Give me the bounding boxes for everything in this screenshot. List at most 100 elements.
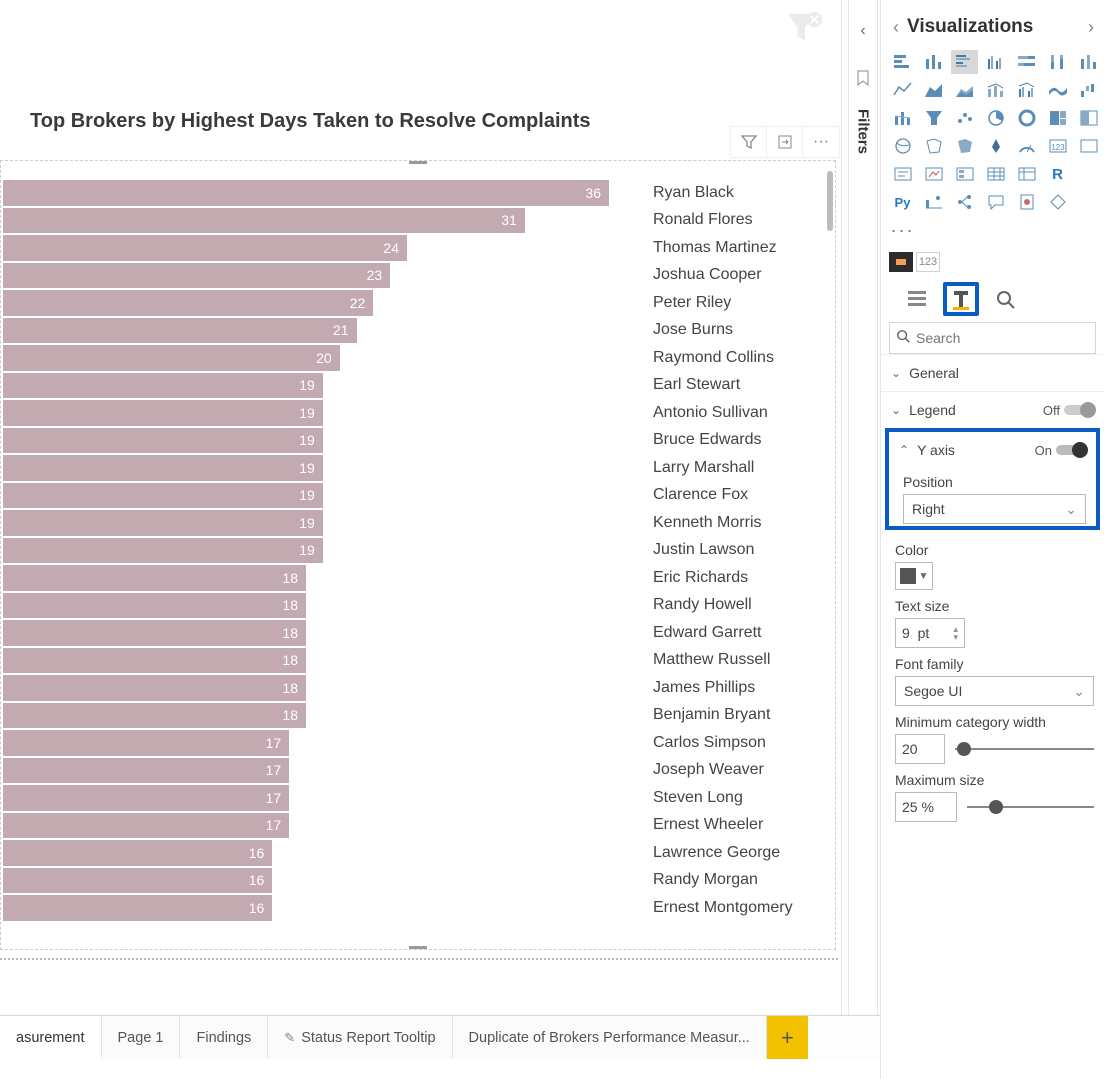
search-input[interactable] xyxy=(916,330,1097,346)
bar[interactable]: 19 xyxy=(3,373,323,399)
gauge-icon[interactable] xyxy=(951,134,978,158)
line-chart-icon-2[interactable] xyxy=(1075,50,1102,74)
page-tab-4[interactable]: Duplicate of Brokers Performance Measur.… xyxy=(453,1016,767,1059)
bar[interactable]: 24 xyxy=(3,235,407,261)
area-chart-icon[interactable] xyxy=(920,78,947,102)
yaxis-textsize-input[interactable]: 9 pt ▴▾ xyxy=(895,618,965,648)
expand-filters-icon[interactable]: ‹ xyxy=(860,22,865,40)
yaxis-toggle[interactable]: On xyxy=(1035,443,1086,458)
bar[interactable]: 19 xyxy=(3,510,323,536)
section-yaxis[interactable]: ⌃ Y axis On xyxy=(889,432,1096,468)
scatter-chart-icon[interactable] xyxy=(951,106,978,130)
qa-visual-icon[interactable] xyxy=(982,190,1009,214)
bar[interactable]: 16 xyxy=(3,868,272,894)
bar[interactable]: 17 xyxy=(3,813,289,839)
card-icon[interactable]: 123 xyxy=(1044,134,1071,158)
yaxis-position-select[interactable]: Right ⌄ xyxy=(903,494,1086,524)
page-tab-0[interactable]: asurement xyxy=(0,1016,102,1059)
yaxis-font-select[interactable]: Segoe UI ⌄ xyxy=(895,676,1094,706)
hundred-stacked-bar-icon[interactable] xyxy=(1013,50,1040,74)
filled-map-icon[interactable] xyxy=(889,134,916,158)
bar[interactable]: 16 xyxy=(3,895,272,921)
line-clustered-column-icon[interactable] xyxy=(1013,78,1040,102)
bar[interactable]: 18 xyxy=(3,648,306,674)
bar-chart-visual[interactable]: 36Ryan Black31Ronald Flores24Thomas Mart… xyxy=(0,160,836,950)
stacked-bar-chart-icon[interactable] xyxy=(889,50,916,74)
clustered-column-chart-icon[interactable] xyxy=(982,50,1009,74)
hundred-stacked-column-icon[interactable] xyxy=(1044,50,1071,74)
pie-chart-icon[interactable] xyxy=(982,106,1009,130)
yaxis-maxsize-slider[interactable] xyxy=(967,797,1094,817)
bar[interactable]: 16 xyxy=(3,840,272,866)
shape-map-icon[interactable] xyxy=(920,134,947,158)
bar[interactable]: 20 xyxy=(3,345,340,371)
page-tab-3[interactable]: ✎Status Report Tooltip xyxy=(268,1016,452,1059)
bar[interactable]: 18 xyxy=(3,675,306,701)
bar[interactable]: 18 xyxy=(3,565,306,591)
section-legend[interactable]: ⌄ Legend Off xyxy=(881,391,1104,428)
line-stacked-column-icon[interactable] xyxy=(982,78,1009,102)
matrix-icon[interactable] xyxy=(1013,162,1040,186)
add-page-button[interactable]: + xyxy=(767,1016,808,1059)
line-chart-icon[interactable] xyxy=(889,78,916,102)
decomposition-tree-icon[interactable] xyxy=(951,190,978,214)
bar[interactable]: 22 xyxy=(3,290,373,316)
values-tab-small[interactable]: 123 xyxy=(916,252,940,272)
power-apps-icon[interactable] xyxy=(1044,190,1071,214)
filters-pane-collapsed[interactable]: ‹ Filters xyxy=(848,0,878,1015)
yaxis-color-picker[interactable]: ▼ xyxy=(895,562,933,590)
bar[interactable]: 36 xyxy=(3,180,609,206)
filter-icon[interactable] xyxy=(731,127,767,157)
format-search[interactable] xyxy=(889,322,1096,354)
table-icon[interactable] xyxy=(982,162,1009,186)
fields-tab-small[interactable] xyxy=(889,252,913,272)
clustered-bar-chart-icon[interactable] xyxy=(951,50,978,74)
slicer-icon[interactable] xyxy=(951,162,978,186)
bar[interactable]: 18 xyxy=(3,593,306,619)
expand-pane-icon[interactable]: › xyxy=(1088,17,1094,38)
kpi-icon[interactable] xyxy=(920,162,947,186)
python-visual-icon[interactable]: Py xyxy=(889,190,916,214)
bar[interactable]: 21 xyxy=(3,318,357,344)
focus-mode-icon[interactable] xyxy=(767,127,803,157)
map-icon[interactable] xyxy=(1075,106,1102,130)
analytics-tab-icon[interactable] xyxy=(987,282,1023,316)
more-options-icon[interactable]: ··· xyxy=(803,127,839,157)
resize-handle-top[interactable] xyxy=(409,160,427,164)
bar[interactable]: 18 xyxy=(3,703,306,729)
bar[interactable]: 23 xyxy=(3,263,390,289)
section-general[interactable]: ⌄ General xyxy=(881,354,1104,391)
format-tab-icon[interactable] xyxy=(943,282,979,316)
bar[interactable]: 19 xyxy=(3,400,323,426)
funnel-chart-icon[interactable] xyxy=(889,106,916,130)
bar[interactable]: 19 xyxy=(3,483,323,509)
paginated-report-icon[interactable] xyxy=(1013,190,1040,214)
bar[interactable]: 19 xyxy=(3,538,323,564)
ribbon-chart-icon[interactable] xyxy=(1044,78,1071,102)
waterfall-chart-icon[interactable] xyxy=(1075,78,1102,102)
clear-filter-icon[interactable] xyxy=(786,12,824,46)
key-influencers-icon[interactable] xyxy=(920,190,947,214)
bar[interactable]: 17 xyxy=(3,758,289,784)
gauge-chart-icon[interactable] xyxy=(1013,134,1040,158)
bar[interactable]: 17 xyxy=(3,785,289,811)
stacked-column-chart-icon[interactable] xyxy=(920,50,947,74)
bar[interactable]: 17 xyxy=(3,730,289,756)
yaxis-minwidth-input[interactable]: 20 xyxy=(895,734,945,764)
fields-tab-icon[interactable] xyxy=(899,282,935,316)
kpi-card-icon[interactable] xyxy=(889,162,916,186)
chart-scroll-thumb[interactable] xyxy=(827,171,833,231)
legend-toggle[interactable]: Off xyxy=(1043,403,1094,418)
treemap-icon[interactable] xyxy=(1044,106,1071,130)
arcgis-map-icon[interactable] xyxy=(982,134,1009,158)
bar[interactable]: 19 xyxy=(3,428,323,454)
resize-handle-bottom[interactable] xyxy=(409,946,427,950)
page-tab-1[interactable]: Page 1 xyxy=(102,1016,181,1059)
yaxis-maxsize-input[interactable]: 25 % xyxy=(895,792,957,822)
bookmark-icon[interactable] xyxy=(855,70,871,91)
bar[interactable]: 19 xyxy=(3,455,323,481)
bar[interactable]: 18 xyxy=(3,620,306,646)
bar[interactable]: 31 xyxy=(3,208,525,234)
stacked-area-chart-icon[interactable] xyxy=(951,78,978,102)
multi-row-card-icon[interactable] xyxy=(1075,134,1102,158)
